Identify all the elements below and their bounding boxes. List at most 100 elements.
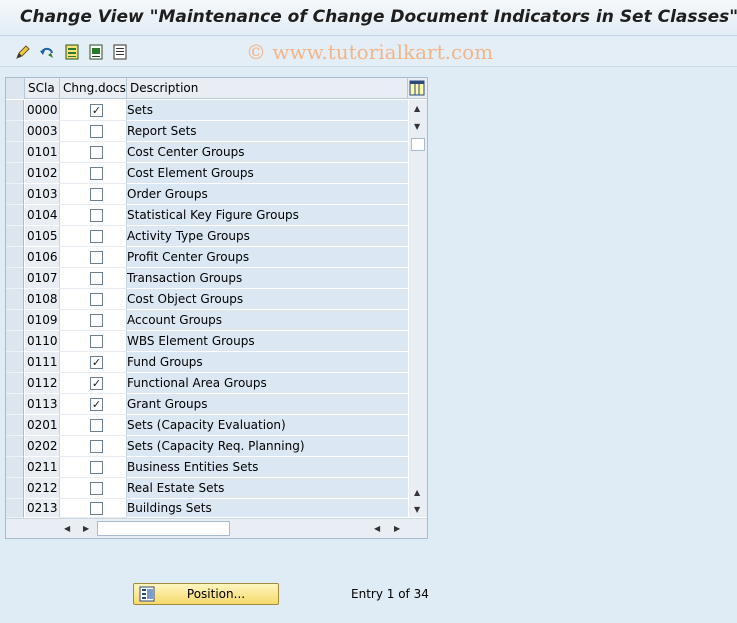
- scroll-thumb[interactable]: [411, 138, 425, 151]
- row-selector[interactable]: [6, 226, 24, 247]
- row-selector[interactable]: [6, 205, 24, 226]
- chng-docs-checkbox[interactable]: ✓: [90, 356, 103, 369]
- chng-docs-cell: [60, 478, 127, 499]
- chng-docs-checkbox[interactable]: [90, 335, 103, 348]
- chng-docs-checkbox[interactable]: [90, 125, 103, 138]
- chng-docs-checkbox[interactable]: [90, 146, 103, 159]
- row-selector[interactable]: [6, 289, 24, 310]
- row-selector[interactable]: [6, 268, 24, 289]
- table-row[interactable]: 0104 Statistical Key Figure Groups: [6, 205, 408, 226]
- chng-docs-cell: ✓: [60, 394, 127, 415]
- scroll-page-down-icon[interactable]: ▲: [414, 488, 420, 497]
- chng-docs-cell: [60, 499, 127, 518]
- column-header-chng-docs[interactable]: Chng.docs: [60, 78, 127, 99]
- horizontal-scrollbar[interactable]: ◀ ▶ ◀ ▶: [6, 518, 427, 538]
- column-header-description[interactable]: Description: [127, 78, 408, 99]
- chng-docs-checkbox[interactable]: [90, 230, 103, 243]
- table-row[interactable]: 0103 Order Groups: [6, 184, 408, 205]
- chng-docs-checkbox[interactable]: [90, 502, 103, 515]
- row-selector[interactable]: [6, 352, 24, 373]
- vertical-scrollbar[interactable]: ▲ ▼ ▲ ▼: [409, 100, 427, 517]
- table-row[interactable]: 0211 Business Entities Sets: [6, 457, 408, 478]
- undo-icon[interactable]: [38, 43, 56, 61]
- table-row[interactable]: 0213 Buildings Sets: [6, 499, 408, 518]
- deselect-all-icon[interactable]: [111, 43, 129, 61]
- scroll-up-icon[interactable]: ▲: [414, 104, 420, 113]
- chng-docs-checkbox[interactable]: [90, 482, 103, 495]
- row-selector[interactable]: [6, 310, 24, 331]
- chng-docs-checkbox[interactable]: [90, 209, 103, 222]
- set-class-cell: 0107: [25, 268, 60, 289]
- chng-docs-checkbox[interactable]: [90, 314, 103, 327]
- row-selector[interactable]: [6, 121, 24, 142]
- chng-docs-checkbox[interactable]: ✓: [90, 377, 103, 390]
- select-all-rows-cell[interactable]: [6, 78, 25, 99]
- row-selector[interactable]: [6, 163, 24, 184]
- table-row[interactable]: 0000 ✓ Sets: [6, 100, 408, 121]
- set-class-cell: 0106: [25, 247, 60, 268]
- row-selector[interactable]: [6, 184, 24, 205]
- row-selector[interactable]: [6, 394, 24, 415]
- scroll-left-end-icon[interactable]: ◀: [374, 524, 380, 533]
- select-block-icon[interactable]: [87, 43, 105, 61]
- chng-docs-checkbox[interactable]: [90, 419, 103, 432]
- row-selector[interactable]: [6, 100, 24, 121]
- table-row[interactable]: 0107 Transaction Groups: [6, 268, 408, 289]
- chng-docs-cell: [60, 226, 127, 247]
- chng-docs-cell: [60, 205, 127, 226]
- scroll-right-icon[interactable]: ▶: [394, 524, 400, 533]
- chng-docs-checkbox[interactable]: [90, 461, 103, 474]
- select-all-icon[interactable]: [63, 43, 81, 61]
- set-class-cell: 0101: [25, 142, 60, 163]
- table-row[interactable]: 0111 ✓ Fund Groups: [6, 352, 408, 373]
- table-row[interactable]: 0201 Sets (Capacity Evaluation): [6, 415, 408, 436]
- row-selector[interactable]: [6, 247, 24, 268]
- scroll-left-icon[interactable]: ◀: [64, 524, 70, 533]
- column-header-scla[interactable]: SCla: [25, 78, 60, 99]
- table-row[interactable]: 0108 Cost Object Groups: [6, 289, 408, 310]
- table-row[interactable]: 0109 Account Groups: [6, 310, 408, 331]
- row-selector[interactable]: [6, 373, 24, 394]
- row-selector[interactable]: [6, 457, 24, 478]
- position-button[interactable]: Position...: [133, 583, 279, 605]
- scroll-down-icon[interactable]: ▼: [414, 505, 420, 514]
- row-selector[interactable]: [6, 415, 24, 436]
- row-selector[interactable]: [6, 436, 24, 457]
- row-selector[interactable]: [6, 499, 24, 518]
- chng-docs-checkbox[interactable]: [90, 293, 103, 306]
- table-row[interactable]: 0212 Real Estate Sets: [6, 478, 408, 499]
- h-scroll-thumb[interactable]: [97, 521, 230, 536]
- column-config-icon[interactable]: [409, 80, 425, 96]
- row-selector[interactable]: [6, 331, 24, 352]
- table-row[interactable]: 0110 WBS Element Groups: [6, 331, 408, 352]
- table-row[interactable]: 0112 ✓ Functional Area Groups: [6, 373, 408, 394]
- row-selector[interactable]: [6, 142, 24, 163]
- chng-docs-checkbox[interactable]: [90, 440, 103, 453]
- table-row[interactable]: 0102 Cost Element Groups: [6, 163, 408, 184]
- chng-docs-checkbox[interactable]: [90, 188, 103, 201]
- chng-docs-cell: [60, 184, 127, 205]
- table-row[interactable]: 0202 Sets (Capacity Req. Planning): [6, 436, 408, 457]
- scroll-right-small-icon[interactable]: ▶: [83, 524, 89, 533]
- table-row[interactable]: 0113 ✓ Grant Groups: [6, 394, 408, 415]
- description-cell: Sets: [127, 100, 408, 121]
- set-class-cell: 0202: [25, 436, 60, 457]
- chng-docs-cell: [60, 415, 127, 436]
- display-change-icon[interactable]: [14, 43, 32, 61]
- table-row[interactable]: 0106 Profit Center Groups: [6, 247, 408, 268]
- window-title: Change View "Maintenance of Change Docum…: [20, 7, 737, 27]
- title-bar: Change View "Maintenance of Change Docum…: [0, 0, 737, 36]
- table-row[interactable]: 0003 Report Sets: [6, 121, 408, 142]
- chng-docs-checkbox[interactable]: [90, 251, 103, 264]
- chng-docs-checkbox[interactable]: ✓: [90, 104, 103, 117]
- position-button-label: Position...: [186, 587, 246, 601]
- row-selector[interactable]: [6, 478, 24, 499]
- set-class-cell: 0211: [25, 457, 60, 478]
- scroll-page-up-icon[interactable]: ▼: [414, 122, 420, 131]
- table-row[interactable]: 0101 Cost Center Groups: [6, 142, 408, 163]
- chng-docs-checkbox[interactable]: [90, 272, 103, 285]
- chng-docs-checkbox[interactable]: [90, 167, 103, 180]
- chng-docs-checkbox[interactable]: ✓: [90, 398, 103, 411]
- description-cell: Fund Groups: [127, 352, 408, 373]
- table-row[interactable]: 0105 Activity Type Groups: [6, 226, 408, 247]
